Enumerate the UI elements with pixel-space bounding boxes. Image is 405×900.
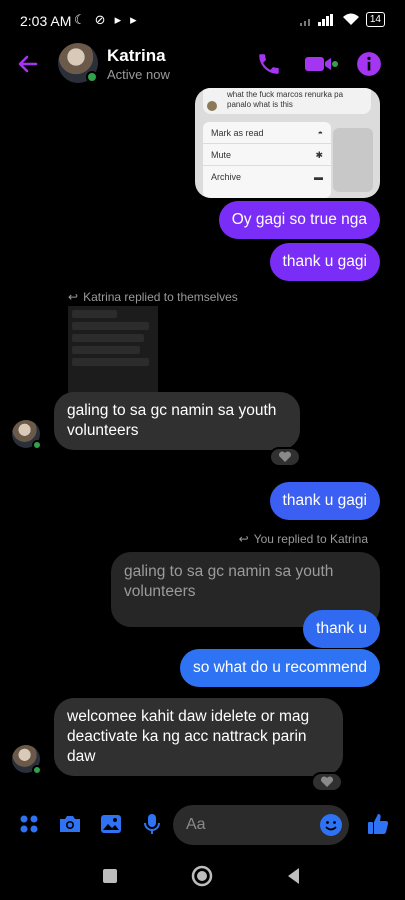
menu-dots-icon[interactable] xyxy=(17,812,41,836)
message-input[interactable] xyxy=(186,814,316,836)
screenshot-menu-item: Mark as read ◓ xyxy=(203,122,331,144)
message-incoming[interactable]: galing to sa gc namin sa youth volunteer… xyxy=(54,392,300,450)
image-line xyxy=(72,322,149,330)
active-status: Active now xyxy=(107,67,170,82)
moon-icon: ☾ xyxy=(74,12,86,27)
screenshot-message-preview: what the fuck marcos renurka pa panalo w… xyxy=(203,88,371,114)
shared-screenshot[interactable]: what the fuck marcos renurka pa panalo w… xyxy=(195,88,380,198)
image-line xyxy=(72,310,117,318)
mic-icon[interactable] xyxy=(140,812,164,836)
image-line xyxy=(72,334,144,342)
message-outgoing[interactable]: so what do u recommend xyxy=(179,649,380,687)
contact-name[interactable]: Katrina xyxy=(107,46,166,66)
message-incoming[interactable]: welcomee kahit daw idelete or mag deacti… xyxy=(54,698,343,776)
phone-icon[interactable] xyxy=(256,51,282,77)
square-nav-icon[interactable] xyxy=(98,864,122,888)
system-nav-bar xyxy=(0,852,405,900)
screenshot-menu-item: Mute ✱ xyxy=(203,144,331,166)
back-nav-icon[interactable] xyxy=(282,864,306,888)
home-nav-icon[interactable] xyxy=(190,864,214,888)
wifi-icon xyxy=(342,13,359,25)
emoji-icon[interactable] xyxy=(319,813,343,837)
online-indicator xyxy=(32,440,42,450)
screenshot-context-menu: Mark as read ◓ Mute ✱ Archive ▬ xyxy=(203,122,331,198)
message-outgoing[interactable]: thank u xyxy=(303,610,380,648)
check-icon: ◓ xyxy=(317,128,323,138)
status-time: 2:03 AM xyxy=(20,13,72,29)
status-left-icons: ☾ ⊘ ▸ ▸ xyxy=(74,12,137,28)
like-icon[interactable] xyxy=(366,812,390,836)
heart-icon xyxy=(320,776,334,787)
reply-note: ↩ Katrina replied to themselves xyxy=(68,290,238,304)
screenshot-menu-item: Archive ▬ xyxy=(211,172,323,182)
image-line xyxy=(72,346,140,354)
battery-icon: 14 xyxy=(365,12,385,27)
screenshot-side-panel xyxy=(333,128,373,192)
info-icon[interactable] xyxy=(356,51,382,77)
message-outgoing[interactable]: thank u gagi xyxy=(269,243,380,281)
image-line xyxy=(72,358,149,366)
signal-icon xyxy=(299,13,333,26)
message-input-box[interactable] xyxy=(173,805,349,845)
heart-icon xyxy=(278,451,292,462)
play-icon: ▸ xyxy=(130,12,137,27)
back-arrow-icon[interactable] xyxy=(16,52,40,76)
reply-arrow-icon: ↩ xyxy=(68,290,79,304)
reaction-badge[interactable] xyxy=(311,772,343,792)
video-icon[interactable] xyxy=(304,51,338,77)
status-right-icons: 14 xyxy=(299,12,385,27)
reply-arrow-icon: ↩ xyxy=(238,532,249,546)
message-outgoing[interactable]: thank u gagi xyxy=(269,482,380,520)
online-indicator xyxy=(86,71,98,83)
image-icon[interactable] xyxy=(99,812,123,836)
replied-image[interactable] xyxy=(68,306,158,394)
mute-icon: ✱ xyxy=(315,150,323,160)
message-outgoing[interactable]: Oy gagi so true nga xyxy=(218,201,380,239)
composer-bar xyxy=(0,803,405,849)
online-indicator xyxy=(32,765,42,775)
play-icon: ▸ xyxy=(114,12,122,27)
reply-note: ↩ You replied to Katrina xyxy=(238,532,368,546)
status-bar: 2:03 AM ☾ ⊘ ▸ ▸ 14 xyxy=(0,0,405,42)
archive-icon: ▬ xyxy=(314,172,323,182)
silent-icon: ⊘ xyxy=(94,12,106,27)
reaction-badge[interactable] xyxy=(269,447,301,467)
chat-header: Katrina Active now xyxy=(0,42,405,88)
screenshot-avatar xyxy=(207,101,217,111)
camera-icon[interactable] xyxy=(58,812,82,836)
